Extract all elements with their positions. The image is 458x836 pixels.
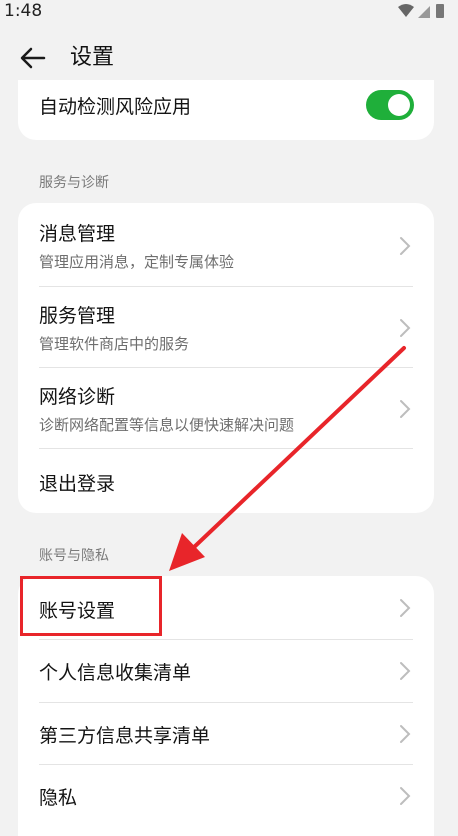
signal-icon [418, 6, 430, 18]
item-subtitle: 诊断网络配置等信息以便快速解决问题 [39, 416, 295, 434]
chevron-right-icon [400, 237, 411, 255]
chevron-right-icon [400, 400, 411, 418]
auto-detect-risk-label: 自动检测风险应用 [39, 96, 192, 118]
section-label-service: 服务与诊断 [39, 175, 109, 191]
item-title: 网络诊断 [39, 386, 116, 408]
highlight-box [20, 576, 162, 636]
chevron-right-icon [400, 787, 411, 805]
page-title: 设置 [70, 45, 115, 70]
chevron-right-icon [400, 662, 411, 680]
item-title: 服务管理 [39, 305, 116, 327]
item-title: 消息管理 [39, 223, 116, 245]
wifi-icon [398, 4, 414, 17]
status-icons [398, 4, 444, 18]
item-subtitle: 管理软件商店中的服务 [39, 335, 190, 353]
status-time: 1:48 [4, 1, 43, 21]
service-card: 消息管理 管理应用消息，定制专属体验 服务管理 管理软件商店中的服务 网络诊断 … [18, 203, 434, 513]
item-title: 第三方信息共享清单 [39, 725, 211, 747]
list-item-logout[interactable]: 退出登录 [18, 449, 434, 513]
auto-detect-risk-toggle[interactable] [366, 90, 414, 120]
section-label-account: 账号与隐私 [39, 548, 109, 564]
battery-icon [436, 4, 444, 18]
chevron-right-icon [400, 599, 411, 617]
list-item-personal-info-list[interactable]: 个人信息收集清单 [18, 640, 434, 703]
item-subtitle: 管理应用消息，定制专属体验 [39, 253, 235, 271]
app-bar: 设置 [0, 36, 458, 80]
chevron-right-icon [400, 319, 411, 337]
status-bar: 1:48 [0, 0, 458, 24]
list-item-message-management[interactable]: 消息管理 管理应用消息，定制专属体验 [18, 203, 434, 287]
auto-detect-risk-row[interactable]: 自动检测风险应用 [18, 80, 434, 140]
list-item-third-party-sharing-list[interactable]: 第三方信息共享清单 [18, 703, 434, 765]
item-title: 个人信息收集清单 [39, 662, 192, 684]
security-card: 自动检测风险应用 [18, 80, 434, 140]
list-item-network-diagnosis[interactable]: 网络诊断 诊断网络配置等信息以便快速解决问题 [18, 368, 434, 449]
back-arrow-icon[interactable] [20, 46, 46, 70]
item-title: 隐私 [39, 787, 78, 809]
list-item-service-management[interactable]: 服务管理 管理软件商店中的服务 [18, 287, 434, 368]
toggle-knob [388, 94, 410, 116]
list-item-privacy[interactable]: 隐私 [18, 765, 434, 827]
chevron-right-icon [400, 725, 411, 743]
item-title: 退出登录 [39, 473, 116, 495]
